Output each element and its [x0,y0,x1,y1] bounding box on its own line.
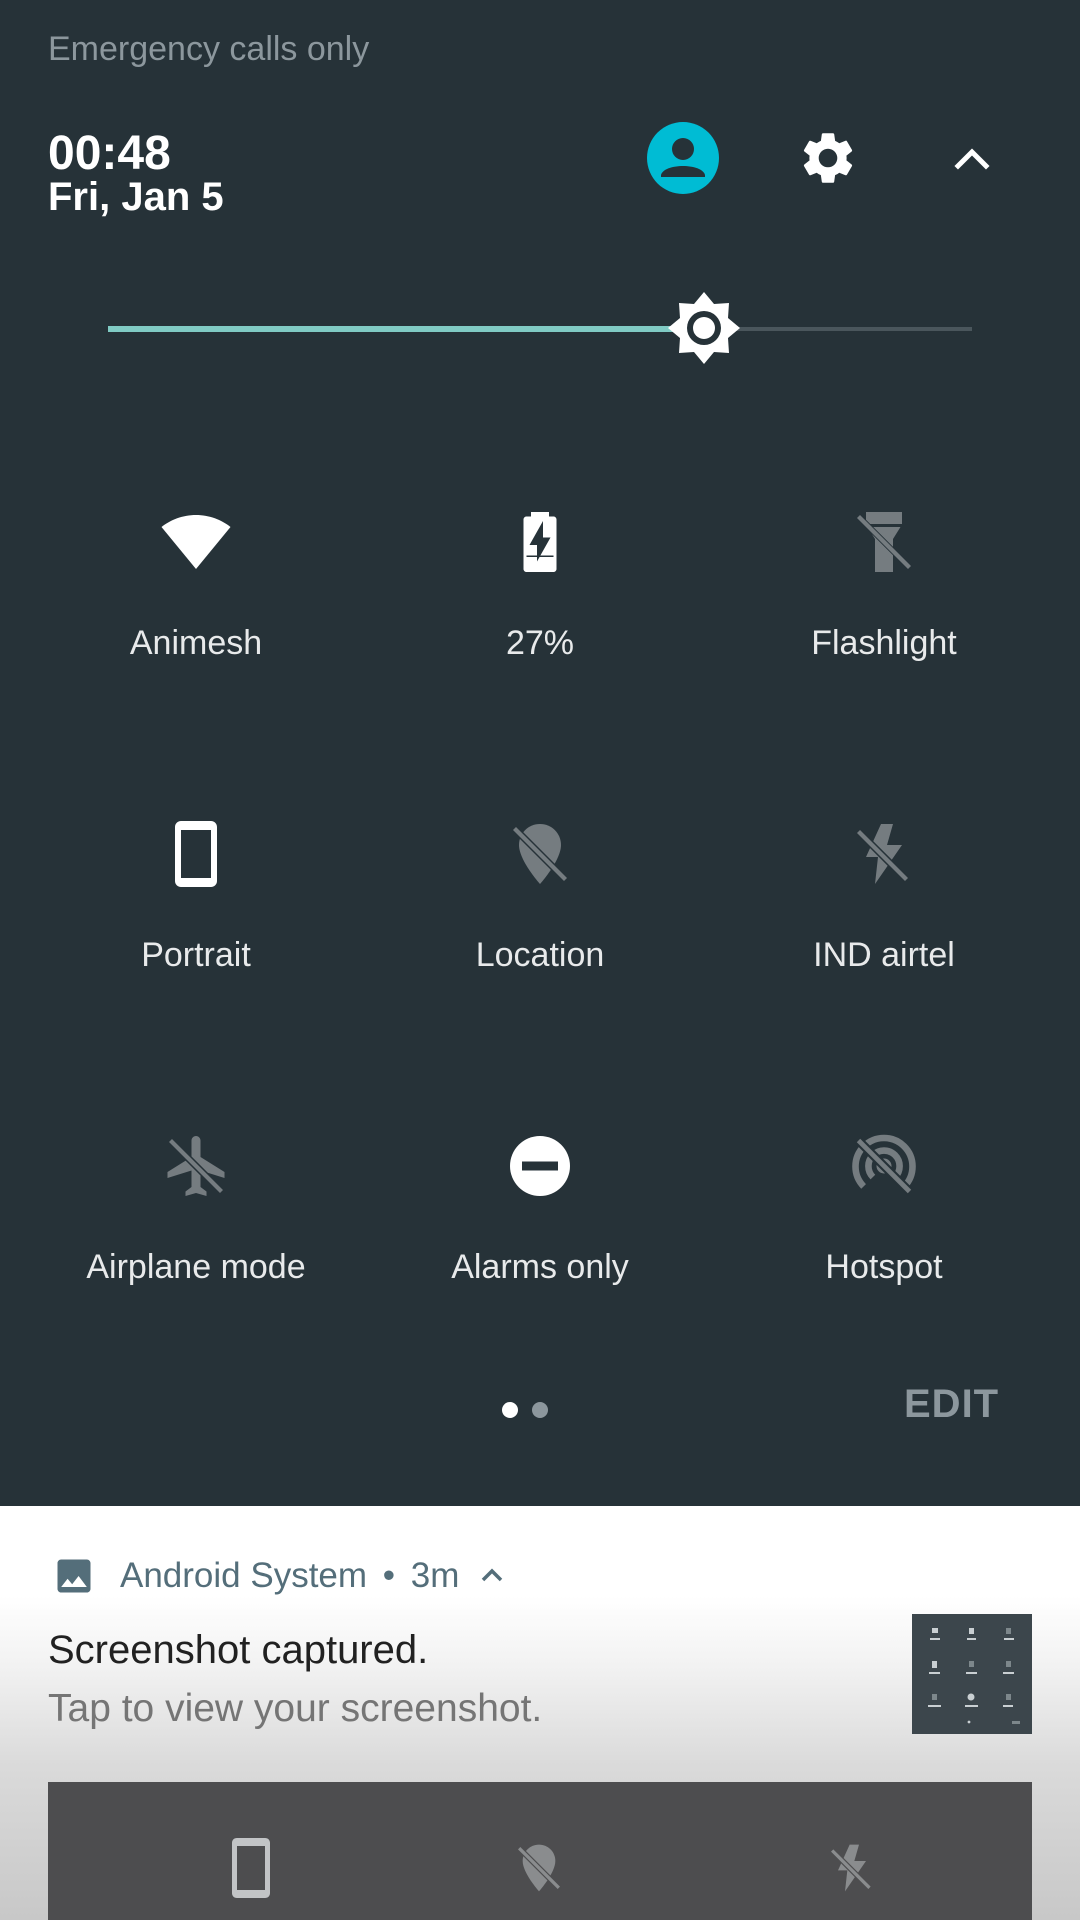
tile-label: Animesh [129,624,263,662]
tile-do-not-disturb[interactable]: Alarms only [360,1090,720,1320]
brightness-thumb-icon[interactable] [666,290,742,366]
tile-airplane-mode[interactable]: Airplane mode [16,1090,376,1320]
tile-mobile-data[interactable]: IND airtel [704,778,1064,1008]
expand-chevron-icon[interactable] [479,1558,505,1598]
flashlight-off-icon [848,506,920,578]
brightness-fill [108,326,704,332]
tile-label: Location [475,936,605,974]
carrier-status-text: Emergency calls only [48,30,370,68]
image-icon [52,1554,96,1598]
portrait-phone-icon [223,1836,279,1900]
notification-time: 3m [410,1556,460,1595]
screenshot-preview[interactable] [48,1782,1032,1920]
quick-settings-panel: Emergency calls only 00:48 Fri, Jan 5 An… [0,0,1080,1506]
mobile-data-off-icon [824,1836,880,1900]
notification-app-header[interactable]: Android System • 3m [120,1556,505,1598]
page-dot[interactable] [532,1402,548,1418]
page-dot-active[interactable] [502,1402,518,1418]
location-off-icon [511,1836,567,1900]
tile-label: 27% [505,624,575,662]
tile-label: Hotspot [825,1248,943,1286]
notification-separator: • [382,1556,396,1595]
tile-flashlight[interactable]: Flashlight [704,466,1064,696]
hotspot-off-icon [848,1130,920,1202]
collapse-chevron-icon[interactable] [932,118,1012,198]
brightness-slider[interactable] [108,292,972,364]
screenshot-notification[interactable]: Android System • 3m Screenshot captured.… [0,1506,1080,1920]
tile-label: Flashlight [811,624,957,662]
tile-hotspot[interactable]: Hotspot [704,1090,1064,1320]
battery-charging-icon [504,506,576,578]
do-not-disturb-icon [504,1130,576,1202]
user-avatar-icon[interactable] [643,118,723,198]
portrait-phone-icon [160,818,232,890]
tile-label: Alarms only [451,1248,629,1286]
tile-wifi[interactable]: Animesh [16,466,376,696]
location-off-icon [504,818,576,890]
wifi-icon [160,506,232,578]
settings-gear-icon[interactable] [788,118,868,198]
edit-button[interactable]: EDIT [904,1382,999,1427]
notification-text: Tap to view your screenshot. [48,1687,543,1730]
airplane-off-icon [160,1130,232,1202]
clock-date[interactable]: Fri, Jan 5 [48,172,224,222]
tile-battery[interactable]: 27% [360,466,720,696]
tile-label: Portrait [141,936,251,974]
mobile-data-off-icon [848,818,920,890]
tile-label: IND airtel [813,936,955,974]
notification-app-name: Android System [120,1556,368,1595]
notification-title: Screenshot captured. [48,1628,429,1672]
tile-location[interactable]: Location [360,778,720,1008]
tile-rotation[interactable]: Portrait [16,778,376,1008]
screenshot-thumbnail[interactable] [912,1614,1032,1734]
tile-label: Airplane mode [86,1248,306,1286]
